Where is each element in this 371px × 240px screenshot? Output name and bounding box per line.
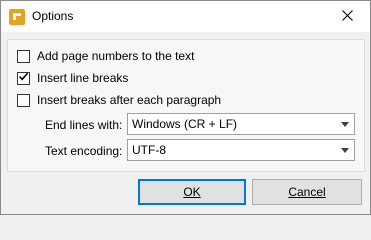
- paragraph-breaks-label: Insert breaks after each paragraph: [37, 93, 222, 107]
- paragraph-breaks-option[interactable]: Insert breaks after each paragraph: [17, 92, 221, 108]
- ok-button[interactable]: OK: [138, 179, 246, 205]
- cancel-button[interactable]: Cancel: [252, 179, 362, 205]
- close-button[interactable]: [324, 1, 370, 32]
- checkmark-icon: [18, 71, 29, 85]
- page-numbers-option[interactable]: Add page numbers to the text: [17, 48, 194, 64]
- close-icon: [341, 9, 353, 24]
- line-breaks-label: Insert line breaks: [37, 71, 129, 85]
- line-breaks-option[interactable]: Insert line breaks: [17, 70, 128, 86]
- window-title: Options: [32, 9, 74, 23]
- encoding-select[interactable]: UTF-8: [127, 139, 355, 161]
- options-group: Add page numbers to the text Insert line…: [7, 39, 365, 172]
- page-numbers-checkbox[interactable]: [17, 49, 30, 63]
- end-lines-value: Windows (CR + LF): [132, 117, 238, 131]
- encoding-value: UTF-8: [132, 143, 166, 157]
- line-breaks-checkbox[interactable]: [17, 71, 30, 85]
- title-bar: Options: [1, 1, 370, 32]
- cancel-button-label: Cancel: [288, 185, 326, 199]
- paragraph-breaks-checkbox[interactable]: [17, 93, 30, 107]
- chevron-down-icon: [336, 114, 354, 134]
- ok-button-label: OK: [183, 185, 201, 199]
- page-numbers-label: Add page numbers to the text: [37, 49, 195, 63]
- end-lines-select[interactable]: Windows (CR + LF): [127, 113, 355, 135]
- encoding-label: Text encoding:: [45, 144, 123, 158]
- chevron-down-icon: [336, 140, 354, 160]
- end-lines-label: End lines with:: [45, 118, 123, 132]
- app-logo-icon: [9, 9, 25, 25]
- options-dialog: Options Add page numbers to the text Ins…: [0, 0, 371, 215]
